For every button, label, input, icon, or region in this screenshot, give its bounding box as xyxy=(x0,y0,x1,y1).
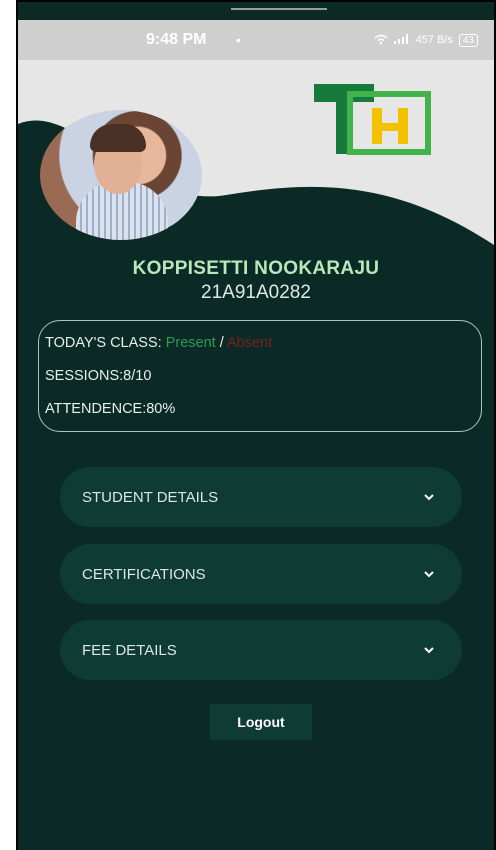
todays-class-label: TODAY'S CLASS: xyxy=(45,335,166,351)
chevron-down-icon xyxy=(424,494,434,501)
certifications-accordion[interactable]: CERTIFICATIONS xyxy=(60,544,462,604)
fee-details-label: FEE DETAILS xyxy=(82,641,177,659)
attendance-percent: ATTENDENCE:80% xyxy=(45,401,176,417)
student-name: KOPPISETTI NOOKARAJU xyxy=(132,258,380,279)
signal-icon xyxy=(393,33,410,47)
sessions-count: SESSIONS:8/10 xyxy=(45,368,152,384)
status-separator: / xyxy=(215,335,227,351)
brand-logo xyxy=(314,82,434,156)
chevron-down-icon xyxy=(424,571,434,578)
battery-icon: 43 xyxy=(458,33,478,47)
drag-handle xyxy=(231,8,327,10)
student-details-accordion[interactable]: STUDENT DETAILS xyxy=(60,467,462,527)
attendance-summary-card: TODAY'S CLASS: Present / Absent SESSIONS… xyxy=(38,320,482,432)
status-dot: • xyxy=(236,32,241,48)
present-status: Present xyxy=(165,335,216,351)
student-details-label: STUDENT DETAILS xyxy=(82,488,219,506)
status-icons: 457 B/s 43 xyxy=(374,33,478,47)
roll-number: 21A91A0282 xyxy=(201,282,311,303)
fee-details-accordion[interactable]: FEE DETAILS xyxy=(60,620,462,680)
status-time: 9:48 PM xyxy=(146,31,207,48)
todays-class-row: TODAY'S CLASS: Present / Absent xyxy=(45,335,272,351)
logout-button[interactable]: Logout xyxy=(210,704,312,740)
avatar xyxy=(40,110,202,240)
certifications-label: CERTIFICATIONS xyxy=(82,565,206,583)
net-speed: 457 B/s xyxy=(415,34,453,46)
chevron-down-icon xyxy=(424,647,434,654)
app-screen: 9:48 PM • 457 B/s 43 KOPPISETTI NOOKARAJ… xyxy=(16,0,496,850)
absent-status: Absent xyxy=(226,335,273,351)
wifi-icon xyxy=(374,34,388,47)
status-bar: 9:48 PM • 457 B/s 43 xyxy=(18,20,494,60)
